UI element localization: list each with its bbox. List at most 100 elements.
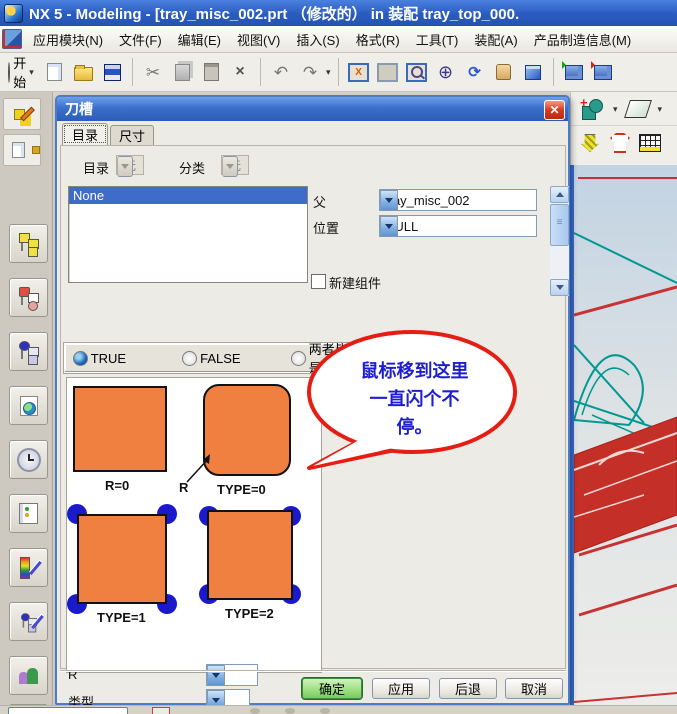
node-icon [32, 146, 40, 154]
datum-csys-icon [581, 134, 599, 152]
reuse-library-button[interactable] [9, 386, 48, 425]
information-button[interactable] [9, 494, 48, 533]
cancel-button[interactable]: 取消 [505, 678, 563, 699]
nx-application-window: NX 5 - Modeling - [tray_misc_002.prt （修改… [0, 0, 677, 714]
undo-button[interactable]: ↶ [268, 58, 294, 86]
list-item-none[interactable]: None [69, 187, 307, 204]
start-button[interactable]: 开始 ▾ [4, 56, 38, 90]
category-dropdown-arrow-icon [222, 156, 238, 177]
scrollbar-down-button[interactable] [550, 279, 569, 296]
datum-csys-button[interactable] [577, 129, 603, 157]
wireframe-graphics [572, 177, 677, 703]
preview-square-type0 [203, 384, 291, 476]
menu-format[interactable]: 格式(R) [349, 27, 407, 52]
menu-tools[interactable]: 工具(T) [409, 27, 466, 52]
rotate-view-button[interactable]: ⟳ [462, 58, 488, 86]
snap-point-button[interactable] [152, 707, 170, 714]
radio-false[interactable] [182, 350, 198, 366]
scrollbar-thumb[interactable] [550, 204, 569, 246]
menu-insert[interactable]: 插入(S) [289, 27, 346, 52]
window-titlebar: NX 5 - Modeling - [tray_misc_002.prt （修改… [0, 0, 677, 26]
document-icon [11, 142, 25, 158]
palette-wand-icon [29, 560, 42, 575]
category-label: 分类 [179, 161, 206, 176]
history-button[interactable] [9, 440, 48, 479]
menu-assemblies[interactable]: 装配(A) [467, 27, 524, 52]
category-dropdown[interactable]: 无 [221, 155, 249, 177]
catalog-list[interactable]: None [68, 186, 308, 283]
sketch-curves-caret-icon[interactable]: ▾ [613, 104, 618, 115]
application-module-icon[interactable] [2, 29, 22, 49]
fit-view-button[interactable]: X [346, 58, 372, 86]
position-dropdown[interactable]: NULL [379, 215, 537, 237]
dialog-scrollbar[interactable] [550, 186, 569, 296]
menu-pmi[interactable]: 产品制造信息(M) [527, 27, 639, 52]
assembly-sequence-button[interactable] [561, 58, 587, 86]
parent-dropdown[interactable]: tray_misc_002 [379, 189, 537, 211]
selection-filter-field[interactable] [8, 707, 128, 714]
r-dropdown[interactable]: 0 [206, 664, 258, 686]
redo-caret-icon[interactable]: ▾ [326, 67, 331, 78]
copy-button[interactable] [169, 58, 195, 86]
history-clock-icon [16, 447, 41, 472]
visualization-button[interactable] [9, 602, 48, 641]
datum-plane-caret-icon[interactable]: ▾ [658, 104, 663, 115]
catalog-dropdown-arrow-icon [117, 156, 133, 177]
constraint-navigator-button[interactable] [9, 278, 48, 317]
new-component-checkbox[interactable] [311, 274, 326, 289]
menu-bar: 应用模块(N) 文件(F) 编辑(E) 视图(V) 插入(S) 格式(R) 工具… [0, 26, 677, 53]
new-file-button[interactable] [41, 58, 67, 86]
groove-dialog: 刀槽 ✕ 目录 尺寸 目录 无 分类 无 None [55, 95, 570, 711]
zoom-window-button[interactable] [404, 58, 430, 86]
part-structure-button[interactable] [3, 134, 41, 166]
part-navigator-button[interactable] [9, 332, 48, 371]
back-button[interactable]: 后退 [439, 678, 497, 699]
roles-button[interactable] [9, 656, 48, 695]
position-dropdown-arrow-icon [380, 216, 398, 237]
ok-button[interactable]: 确定 [301, 677, 363, 700]
sketch-task-button[interactable] [607, 129, 633, 157]
menu-application-module[interactable]: 应用模块(N) [26, 27, 110, 52]
dialog-titlebar[interactable]: 刀槽 [57, 97, 568, 121]
apply-button-label: 应用 [387, 682, 414, 697]
sketch-curves-button[interactable]: + [577, 95, 609, 123]
parent-dropdown-arrow-icon [380, 190, 398, 211]
fill-view-button[interactable] [375, 58, 401, 86]
tab-catalog[interactable]: 目录 [62, 123, 108, 145]
assembly-explode-button[interactable] [590, 58, 616, 86]
assembly-navigator-button[interactable] [9, 224, 48, 263]
apply-button[interactable]: 应用 [372, 678, 430, 699]
scrollbar-up-button[interactable] [550, 186, 569, 203]
paste-button[interactable] [198, 58, 224, 86]
datum-plane-button[interactable] [622, 95, 654, 123]
delete-button[interactable]: × [227, 58, 253, 86]
radio-true[interactable] [72, 350, 88, 366]
menu-file[interactable]: 文件(F) [112, 27, 169, 52]
shaded-display-button[interactable] [520, 58, 546, 86]
sketch-tool-button[interactable] [3, 98, 41, 130]
menu-view[interactable]: 视图(V) [230, 27, 287, 52]
shaded-cube-icon [524, 64, 541, 80]
cut-button[interactable]: ✂ [140, 58, 166, 86]
delete-icon: × [235, 63, 245, 80]
table-grid-button[interactable] [637, 129, 663, 157]
zoom-in-out-icon: ⊕ [437, 62, 454, 82]
undo-icon: ↶ [273, 62, 289, 82]
preview-square-r0 [73, 386, 167, 472]
palette-button[interactable] [9, 548, 48, 587]
open-file-button[interactable] [70, 58, 96, 86]
tab-dimensions[interactable]: 尺寸 [110, 125, 154, 145]
sketch-curves-icon: + [580, 95, 604, 120]
catalog-dropdown[interactable]: 无 [116, 155, 144, 177]
cad-viewport[interactable] [570, 165, 677, 714]
redo-button[interactable]: ↷ [297, 58, 323, 86]
menu-edit[interactable]: 编辑(E) [171, 27, 228, 52]
dialog-close-button[interactable]: ✕ [544, 100, 565, 120]
toolbar-separator [132, 58, 133, 86]
status-icon [320, 708, 330, 714]
assembly-navigator-icon [18, 232, 40, 257]
save-button[interactable] [99, 58, 125, 86]
zoom-in-out-button[interactable]: ⊕ [433, 58, 459, 86]
pan-view-button[interactable] [491, 58, 517, 86]
close-icon: ✕ [549, 103, 560, 117]
